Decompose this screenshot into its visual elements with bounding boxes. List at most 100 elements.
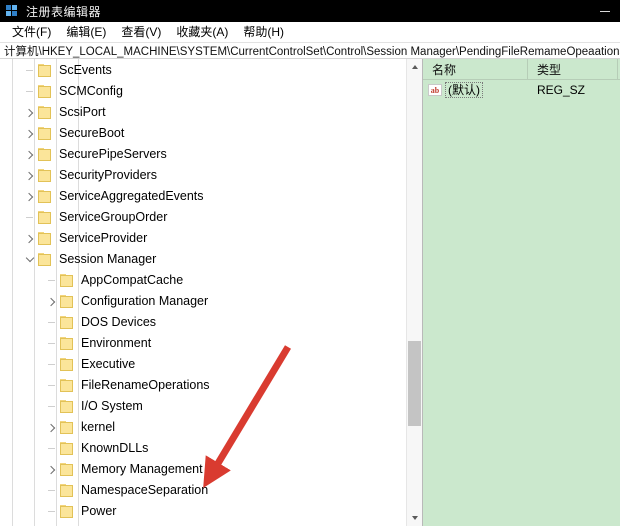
- registry-tree: ScEvents SCMConfig ScsiPort SecureBoot Secur…: [0, 59, 422, 526]
- tree-item[interactable]: Executive: [0, 354, 422, 375]
- ab-string-icon: ab: [428, 84, 442, 96]
- tree-connector: [22, 81, 37, 102]
- tree-item[interactable]: SecurePipeServers: [0, 144, 422, 165]
- expand-toggle-icon[interactable]: [44, 291, 59, 312]
- expand-toggle-icon[interactable]: [22, 165, 37, 186]
- tree-item-label: SCMConfig: [59, 83, 123, 98]
- folder-icon: [37, 64, 52, 77]
- folder-icon: [37, 169, 52, 182]
- tree-connector: [44, 522, 59, 526]
- tree-item[interactable]: Memory Management: [0, 459, 422, 480]
- menu-file[interactable]: 文件(F): [6, 23, 60, 41]
- folder-icon: [59, 484, 74, 497]
- expand-toggle-icon[interactable]: [44, 459, 59, 480]
- tree-item-label: SecurePipeServers: [59, 146, 167, 161]
- tree-item[interactable]: SecurityProviders: [0, 165, 422, 186]
- folder-icon: [59, 316, 74, 329]
- menu-help[interactable]: 帮助(H): [237, 23, 293, 41]
- tree-scrollbar[interactable]: [406, 59, 422, 526]
- scroll-down-button[interactable]: [407, 510, 422, 526]
- tree-item-label: I/O System: [81, 398, 143, 413]
- tree-item-label: Executive: [81, 356, 136, 371]
- tree-item-label: DOS Devices: [81, 314, 157, 329]
- value-list-rows: ab (默认) REG_SZ: [423, 80, 620, 100]
- scrollbar-thumb[interactable]: [408, 341, 421, 426]
- tree-item[interactable]: Quota System: [0, 522, 422, 527]
- registry-grid-icon: [6, 4, 19, 18]
- tree-item[interactable]: KnownDLLs: [0, 438, 422, 459]
- tree-item[interactable]: ServiceProvider: [0, 228, 422, 249]
- value-row[interactable]: ab (默认) REG_SZ: [423, 80, 620, 100]
- menu-edit[interactable]: 编辑(E): [60, 23, 115, 41]
- tree-item-label: ServiceAggregatedEvents: [59, 188, 204, 203]
- tree-item[interactable]: Session Manager: [0, 249, 422, 270]
- tree-connector: [44, 270, 59, 291]
- tree-item-label: AppCompatCache: [81, 272, 184, 287]
- folder-icon: [59, 295, 74, 308]
- expand-toggle-icon[interactable]: [22, 186, 37, 207]
- tree-item[interactable]: ServiceAggregatedEvents: [0, 186, 422, 207]
- tree-item[interactable]: Configuration Manager: [0, 291, 422, 312]
- menu-bar: 文件(F) 编辑(E) 查看(V) 收藏夹(A) 帮助(H): [0, 22, 620, 42]
- expand-toggle-icon[interactable]: [22, 123, 37, 144]
- column-header-type[interactable]: 类型: [528, 59, 618, 80]
- tree-item[interactable]: Power: [0, 501, 422, 522]
- folder-icon: [59, 358, 74, 371]
- tree-item[interactable]: FileRenameOperations: [0, 375, 422, 396]
- tree-item-label: ServiceGroupOrder: [59, 209, 168, 224]
- tree-item-label: FileRenameOperations: [81, 377, 210, 392]
- menu-view[interactable]: 查看(V): [115, 23, 170, 41]
- value-type-text: REG_SZ: [537, 83, 586, 97]
- folder-icon: [59, 379, 74, 392]
- value-name-cell[interactable]: ab (默认): [423, 80, 528, 100]
- folder-icon: [37, 127, 52, 140]
- tree-item[interactable]: AppCompatCache: [0, 270, 422, 291]
- address-bar[interactable]: 计算机\HKEY_LOCAL_MACHINE\SYSTEM\CurrentCon…: [0, 42, 620, 59]
- tree-item-label: KnownDLLs: [81, 440, 149, 455]
- tree-item-label: ScsiPort: [59, 104, 106, 119]
- folder-icon: [59, 463, 74, 476]
- tree-item[interactable]: I/O System: [0, 396, 422, 417]
- minimize-icon: [600, 10, 610, 12]
- tree-connector: [44, 333, 59, 354]
- tree-connector: [22, 60, 37, 81]
- minimize-button[interactable]: [590, 0, 620, 22]
- tree-item[interactable]: DOS Devices: [0, 312, 422, 333]
- tree-item[interactable]: SecureBoot: [0, 123, 422, 144]
- title-bar: 注册表编辑器: [0, 0, 620, 22]
- collapse-toggle-icon[interactable]: [22, 249, 37, 270]
- expand-toggle-icon[interactable]: [22, 144, 37, 165]
- expand-toggle-icon[interactable]: [44, 417, 59, 438]
- tree-connector: [44, 501, 59, 522]
- tree-item[interactable]: NamespaceSeparation: [0, 480, 422, 501]
- tree-item[interactable]: ScEvents: [0, 60, 422, 81]
- folder-icon: [37, 106, 52, 119]
- window-title: 注册表编辑器: [26, 4, 102, 19]
- tree-item[interactable]: ServiceGroupOrder: [0, 207, 422, 228]
- tree-item[interactable]: kernel: [0, 417, 422, 438]
- tree-item-label: Environment: [81, 335, 152, 350]
- tree-item-label: NamespaceSeparation: [81, 482, 209, 497]
- folder-icon: [59, 274, 74, 287]
- folder-icon: [37, 232, 52, 245]
- tree-item-label: ServiceProvider: [59, 230, 148, 245]
- tree-item-label: ScEvents: [59, 62, 112, 77]
- tree-item[interactable]: SCMConfig: [0, 81, 422, 102]
- tree-item[interactable]: ScsiPort: [0, 102, 422, 123]
- tree-item-label: Session Manager: [59, 251, 157, 266]
- tree-connector: [44, 375, 59, 396]
- chevron-up-icon: [411, 65, 418, 69]
- expand-toggle-icon[interactable]: [22, 102, 37, 123]
- column-header-name[interactable]: 名称: [423, 59, 528, 80]
- tree-item[interactable]: Environment: [0, 333, 422, 354]
- value-list-header: 名称 类型: [423, 59, 620, 80]
- menu-favorites[interactable]: 收藏夹(A): [170, 23, 237, 41]
- folder-icon: [37, 211, 52, 224]
- scroll-up-button[interactable]: [407, 59, 422, 75]
- tree-item-label: Configuration Manager: [81, 293, 209, 308]
- tree-connector: [44, 396, 59, 417]
- folder-icon: [59, 442, 74, 455]
- expand-toggle-icon[interactable]: [22, 228, 37, 249]
- tree-item-label: Memory Management: [81, 461, 203, 476]
- registry-tree-pane: ScEvents SCMConfig ScsiPort SecureBoot Secur…: [0, 59, 422, 526]
